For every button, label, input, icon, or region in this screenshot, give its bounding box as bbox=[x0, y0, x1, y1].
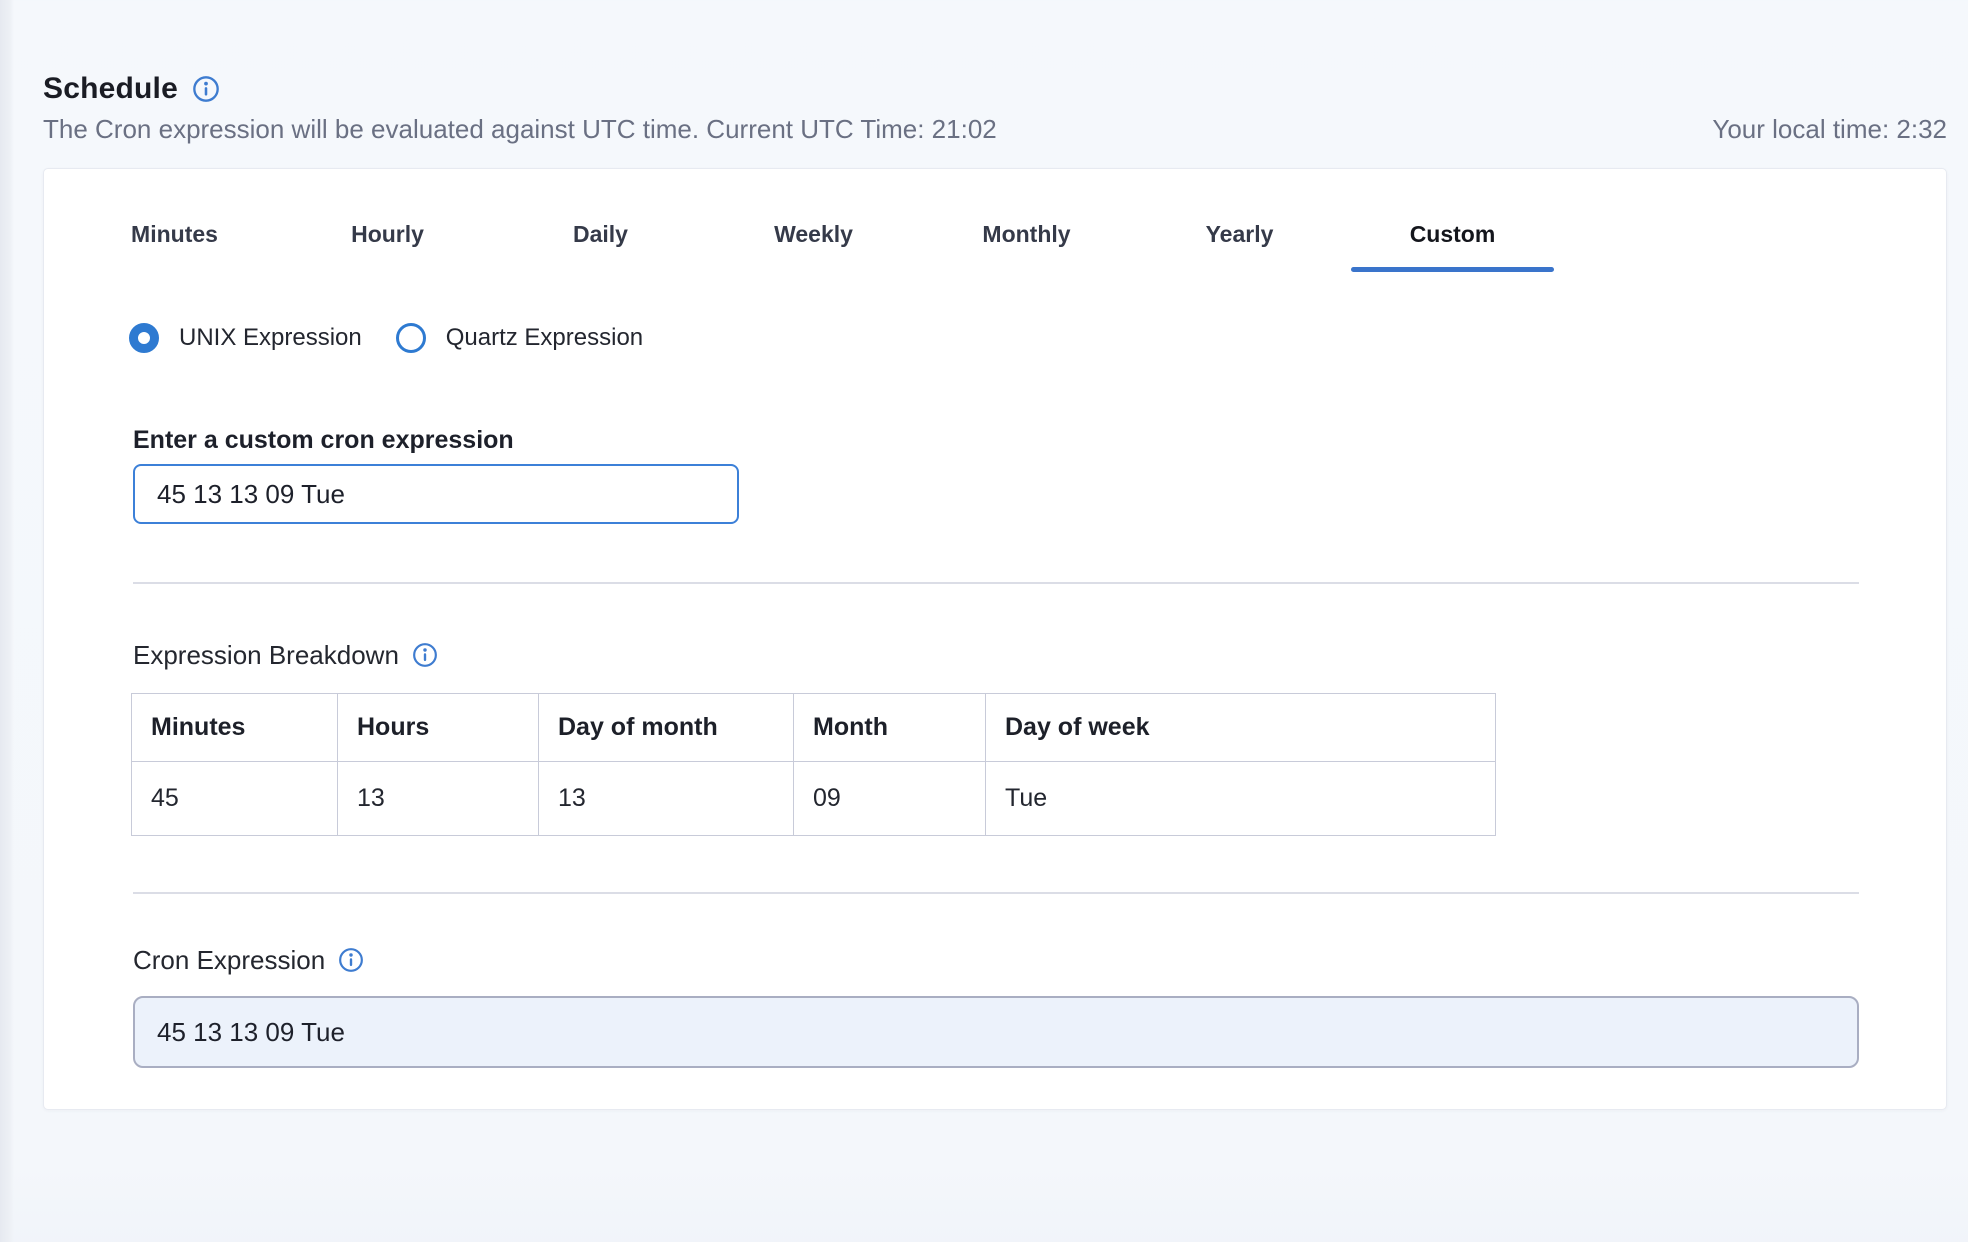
active-tab-underline bbox=[1351, 267, 1554, 272]
tab-custom[interactable]: Custom bbox=[1346, 203, 1559, 272]
tab-label: Yearly bbox=[1206, 221, 1274, 248]
tab-minutes[interactable]: Minutes bbox=[68, 203, 281, 272]
tab-label: Daily bbox=[573, 221, 628, 248]
tab-label: Minutes bbox=[131, 221, 218, 248]
table-cell: Tue bbox=[986, 762, 1496, 836]
table-cell: 09 bbox=[794, 762, 986, 836]
radio-selected-icon[interactable] bbox=[129, 323, 159, 353]
tab-daily[interactable]: Daily bbox=[494, 203, 707, 272]
info-icon[interactable] bbox=[412, 642, 438, 668]
radio-unselected-icon[interactable] bbox=[396, 323, 426, 353]
custom-cron-input-label: Enter a custom cron expression bbox=[133, 426, 1946, 456]
local-time-label: Your local time: 2:32 bbox=[1712, 114, 1947, 145]
schedule-header: Schedule The Cron expression will be eva… bbox=[43, 71, 1947, 145]
tab-label: Weekly bbox=[774, 221, 853, 248]
tab-label: Custom bbox=[1410, 221, 1496, 248]
expression-breakdown-table: Minutes Hours Day of month Month Day of … bbox=[131, 693, 1496, 836]
tab-weekly[interactable]: Weekly bbox=[707, 203, 920, 272]
table-row: 45 13 13 09 Tue bbox=[132, 762, 1496, 836]
schedule-card: Minutes Hourly Daily Weekly Monthly Year… bbox=[43, 168, 1947, 1110]
radio-unix-expression[interactable]: UNIX Expression bbox=[129, 323, 362, 353]
radio-label: UNIX Expression bbox=[179, 324, 362, 352]
table-cell: 13 bbox=[539, 762, 794, 836]
radio-quartz-expression[interactable]: Quartz Expression bbox=[396, 323, 643, 353]
tab-hourly[interactable]: Hourly bbox=[281, 203, 494, 272]
table-header-row: Minutes Hours Day of month Month Day of … bbox=[132, 694, 1496, 762]
expression-breakdown-title: Expression Breakdown bbox=[133, 640, 399, 671]
utc-time-subtitle: The Cron expression will be evaluated ag… bbox=[43, 114, 997, 145]
tab-label: Monthly bbox=[982, 221, 1070, 248]
section-divider bbox=[133, 892, 1859, 894]
table-header-cell: Day of week bbox=[986, 694, 1496, 762]
tab-label: Hourly bbox=[351, 221, 424, 248]
info-icon[interactable] bbox=[192, 75, 220, 103]
section-divider bbox=[133, 582, 1859, 584]
custom-cron-input[interactable] bbox=[133, 464, 739, 524]
page-left-edge-strip bbox=[0, 0, 14, 1242]
cron-expression-title: Cron Expression bbox=[133, 945, 325, 976]
table-header-cell: Minutes bbox=[132, 694, 338, 762]
table-header-cell: Month bbox=[794, 694, 986, 762]
tab-monthly[interactable]: Monthly bbox=[920, 203, 1133, 272]
cron-expression-output[interactable] bbox=[133, 996, 1859, 1068]
table-cell: 13 bbox=[338, 762, 539, 836]
info-icon[interactable] bbox=[338, 947, 364, 973]
radio-label: Quartz Expression bbox=[446, 324, 643, 352]
table-cell: 45 bbox=[132, 762, 338, 836]
table-header-cell: Day of month bbox=[539, 694, 794, 762]
table-header-cell: Hours bbox=[338, 694, 539, 762]
page-title: Schedule bbox=[43, 72, 178, 106]
schedule-tab-bar: Minutes Hourly Daily Weekly Monthly Year… bbox=[68, 203, 1946, 272]
expression-type-radio-group: UNIX Expression Quartz Expression bbox=[129, 322, 1946, 354]
tab-yearly[interactable]: Yearly bbox=[1133, 203, 1346, 272]
